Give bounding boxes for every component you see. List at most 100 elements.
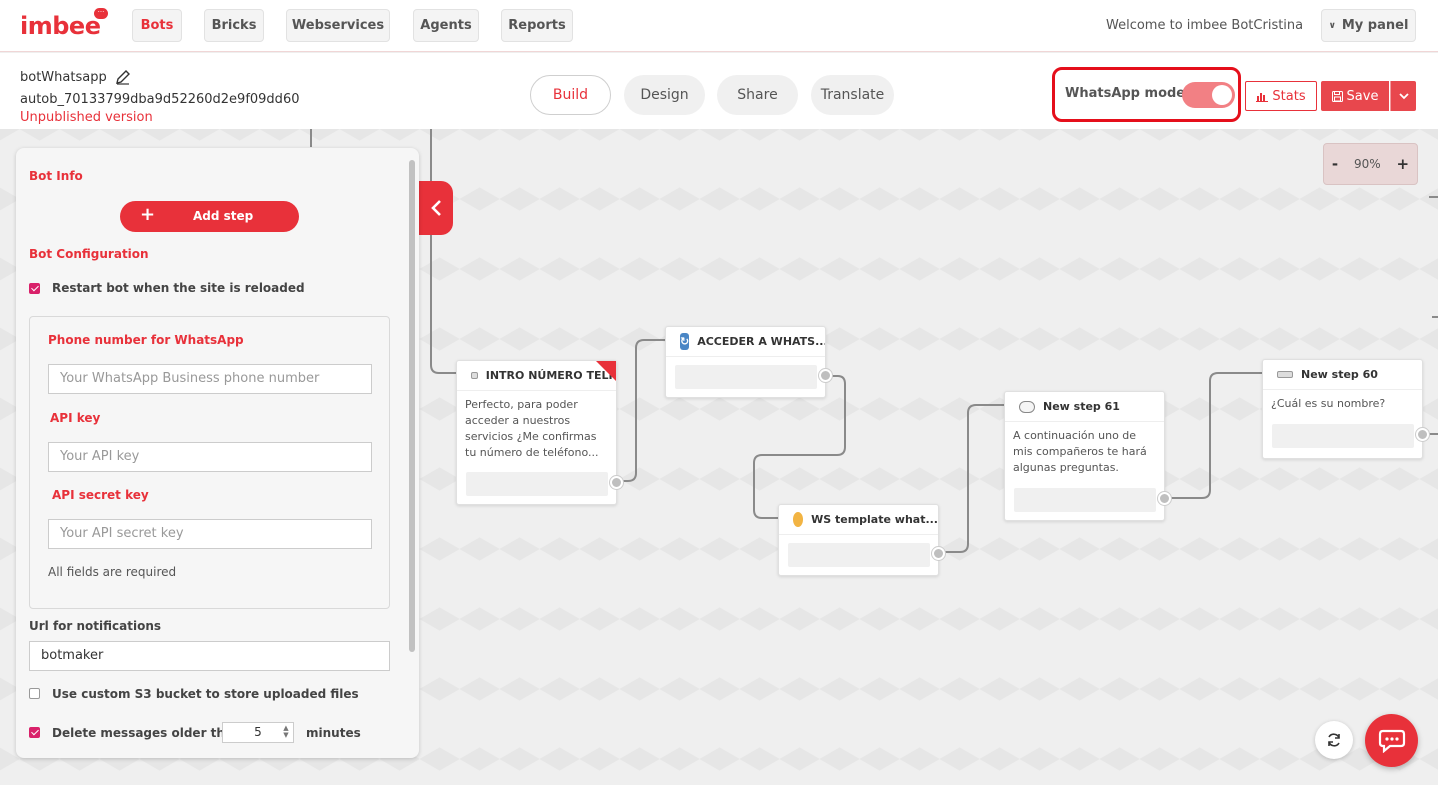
save-button[interactable]: Save: [1321, 81, 1389, 111]
node-output-port[interactable]: [932, 547, 945, 560]
flow-node-intro-numero[interactable]: INTRO NÚMERO TELF Perfecto, para poder a…: [456, 360, 623, 505]
node-text: ¿Cuál es su nombre?: [1271, 397, 1386, 410]
tab-translate[interactable]: Translate: [811, 75, 894, 115]
imbee-logo[interactable]: imbee: [20, 12, 101, 40]
bot-header: botWhatsapp autob_70133799dba9d52260d2e9…: [0, 53, 1438, 129]
node-header: New step 61: [1005, 392, 1164, 422]
bot-name: botWhatsapp: [20, 69, 107, 85]
edit-pencil-icon[interactable]: [115, 69, 131, 85]
node-header: WS template what...: [779, 505, 938, 535]
node-output-port[interactable]: [610, 476, 623, 489]
node-output-slot[interactable]: [1272, 424, 1414, 448]
api-key-title: API key: [50, 411, 101, 425]
stats-label: Stats: [1272, 88, 1306, 104]
flow-node-acceder-whatsapp[interactable]: ↻ ACCEDER A WHATS...: [665, 326, 832, 398]
chat-bubble-icon: [1378, 729, 1405, 753]
node-header: New step 60: [1263, 360, 1422, 390]
refresh-icon: [1328, 733, 1340, 747]
delete-minutes-stepper[interactable]: 5 ▲ ▼: [222, 722, 294, 743]
node-output-slot[interactable]: [788, 543, 930, 567]
top-nav: imbee ··· Bots Bricks Webservices Agents…: [0, 0, 1438, 52]
node-output-slot[interactable]: [675, 365, 817, 389]
nav-agents[interactable]: Agents: [413, 9, 479, 42]
flow-node-new-step-60[interactable]: New step 60 ¿Cuál es su nombre?: [1262, 359, 1429, 459]
url-notifications-title: Url for notifications: [29, 619, 162, 633]
custom-s3-label: Use custom S3 bucket to store uploaded f…: [52, 687, 359, 701]
flow-node-new-step-61[interactable]: New step 61 A continuación uno de mis co…: [1004, 391, 1171, 521]
node-output-slot[interactable]: [1014, 488, 1156, 512]
nav-webservices[interactable]: Webservices: [286, 9, 390, 42]
bot-id: autob_70133799dba9d52260d2e9f09dd60: [20, 92, 300, 107]
add-step-button[interactable]: + Add step: [120, 201, 299, 232]
api-secret-title: API secret key: [52, 488, 149, 502]
agent-person-icon: [793, 512, 804, 527]
custom-s3-checkbox[interactable]: [29, 688, 40, 699]
node-title: New step 60: [1301, 368, 1378, 381]
node-title: WS template what...: [811, 513, 938, 526]
tab-build[interactable]: Build: [530, 75, 611, 115]
bot-name-row: botWhatsapp: [20, 69, 131, 85]
connection-line: [430, 129, 456, 374]
speech-bubble-icon: [1019, 400, 1035, 413]
keyboard-icon: [471, 372, 478, 379]
nav-reports[interactable]: Reports: [501, 9, 573, 42]
tab-design[interactable]: Design: [624, 75, 705, 115]
tab-share[interactable]: Share: [717, 75, 798, 115]
zoom-control: - 90% +: [1323, 143, 1418, 185]
phone-number-input[interactable]: Your WhatsApp Business phone number: [48, 364, 372, 394]
zoom-in-button[interactable]: +: [1396, 155, 1409, 173]
api-secret-input[interactable]: Your API secret key: [48, 519, 372, 549]
phone-number-title: Phone number for WhatsApp: [48, 333, 244, 347]
stepper-arrows-icon[interactable]: ▲ ▼: [281, 725, 291, 740]
keyboard-icon: [1277, 371, 1293, 378]
whatsapp-mode-toggle[interactable]: [1182, 82, 1235, 108]
whatsapp-mode-highlight: WhatsApp mode: [1052, 67, 1241, 122]
collapse-panel-button[interactable]: [419, 181, 453, 235]
nav-bots[interactable]: Bots: [132, 9, 182, 42]
node-output-port[interactable]: [819, 369, 832, 382]
my-panel-button[interactable]: ∨ My panel: [1321, 9, 1416, 42]
delete-minutes-value: 5: [254, 725, 262, 739]
nav-bricks[interactable]: Bricks: [204, 9, 264, 42]
bot-info-title: Bot Info: [29, 169, 83, 183]
node-output-port[interactable]: [1158, 492, 1171, 505]
zoom-level: 90%: [1353, 157, 1381, 171]
zoom-out-button[interactable]: -: [1332, 155, 1338, 173]
node-title: ACCEDER A WHATS...: [697, 335, 825, 348]
publish-status: Unpublished version: [20, 110, 153, 125]
node-text: Perfecto, para poder acceder a nuestros …: [465, 398, 599, 459]
whatsapp-mode-label: WhatsApp mode: [1065, 86, 1186, 101]
restart-bot-label: Restart bot when the site is reloaded: [52, 281, 305, 295]
api-key-input[interactable]: Your API key: [48, 442, 372, 472]
restart-bot-checkbox[interactable]: [29, 283, 40, 294]
refresh-loop-icon: ↻: [680, 333, 690, 350]
save-dropdown-button[interactable]: [1390, 81, 1416, 111]
plus-icon: +: [140, 204, 156, 225]
double-chevron-down-icon: ∨: [1328, 20, 1336, 31]
node-output-slot[interactable]: [466, 472, 608, 496]
panel-scrollbar[interactable]: [409, 160, 415, 652]
flow-node-ws-template[interactable]: WS template what...: [778, 504, 945, 576]
chat-widget-button[interactable]: [1365, 714, 1418, 767]
add-step-label: Add step: [193, 209, 254, 223]
required-note: All fields are required: [48, 565, 177, 579]
url-notifications-input[interactable]: botmaker: [29, 641, 390, 671]
floppy-disk-icon: [1331, 90, 1343, 102]
connection-line: [617, 339, 665, 482]
stats-button[interactable]: Stats: [1245, 81, 1317, 111]
delete-messages-checkbox[interactable]: [29, 727, 40, 738]
my-panel-label: My panel: [1341, 18, 1409, 33]
bot-configuration-title: Bot Configuration: [29, 247, 149, 261]
welcome-text: Welcome to imbee BotCristina: [1106, 18, 1304, 33]
connection-line: [939, 404, 1004, 553]
node-text: A continuación uno de mis compañeros te …: [1013, 429, 1147, 474]
delete-messages-label: Delete messages older than: [52, 726, 242, 740]
node-title: New step 61: [1043, 400, 1120, 413]
connection-line: [1165, 372, 1262, 499]
logo-bubble-icon: ···: [94, 8, 108, 19]
bar-chart-icon: [1256, 92, 1269, 102]
node-output-port[interactable]: [1416, 428, 1429, 441]
chevron-down-icon: [1398, 92, 1409, 99]
refresh-button[interactable]: [1315, 721, 1353, 759]
chevron-left-icon: [431, 200, 441, 216]
